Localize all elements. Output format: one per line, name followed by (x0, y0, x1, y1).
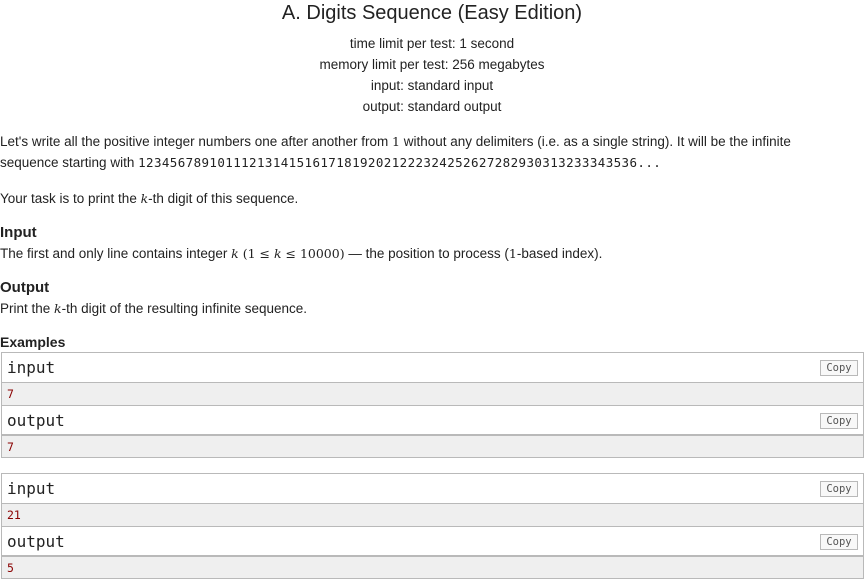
output-heading: Output (0, 279, 50, 296)
input-description: The first and only line contains integer… (0, 246, 603, 261)
example-block-2: input Copy 21 output Copy 5 (1, 473, 864, 579)
example-output-header: output Copy (2, 526, 863, 556)
example-output-value-row: 7 (2, 435, 863, 457)
sequence-text: 1234567891011121314151617181920212223242… (138, 155, 662, 170)
example-input-value-row: 7 (2, 383, 863, 405)
output-label: output (7, 532, 65, 551)
example-output-value: 7 (7, 440, 14, 454)
input-label: input (7, 479, 56, 498)
example-input-header: input Copy (2, 474, 863, 504)
example-output-header: output Copy (2, 405, 863, 435)
example-output-value-row: 5 (2, 556, 863, 578)
example-input-value: 7 (7, 387, 14, 401)
output-spec: output: standard output (362, 99, 502, 114)
example-input-header: input Copy (2, 353, 863, 383)
example-input-value: 21 (7, 508, 21, 522)
input-heading: Input (0, 224, 37, 241)
example-output-value: 5 (7, 561, 14, 575)
input-label: input (7, 358, 56, 377)
memory-limit: memory limit per test: 256 megabytes (319, 57, 545, 72)
problem-title: A. Digits Sequence (Easy Edition) (281, 2, 583, 24)
input-spec: input: standard input (370, 78, 494, 93)
statement-paragraph-1: Let's write all the positive integer num… (0, 134, 791, 170)
output-label: output (7, 411, 65, 430)
example-input-value-row: 21 (2, 504, 863, 526)
time-limit: time limit per test: 1 second (349, 36, 515, 51)
statement-paragraph-2: Your task is to print the k-th digit of … (0, 191, 299, 206)
examples-heading: Examples (0, 334, 66, 350)
copy-output-button[interactable]: Copy (820, 534, 858, 550)
copy-output-button[interactable]: Copy (820, 413, 858, 429)
output-description: Print the k-th digit of the resulting in… (0, 301, 308, 316)
copy-input-button[interactable]: Copy (820, 360, 858, 376)
example-block-1: input Copy 7 output Copy 7 (1, 352, 864, 458)
copy-input-button[interactable]: Copy (820, 481, 858, 497)
